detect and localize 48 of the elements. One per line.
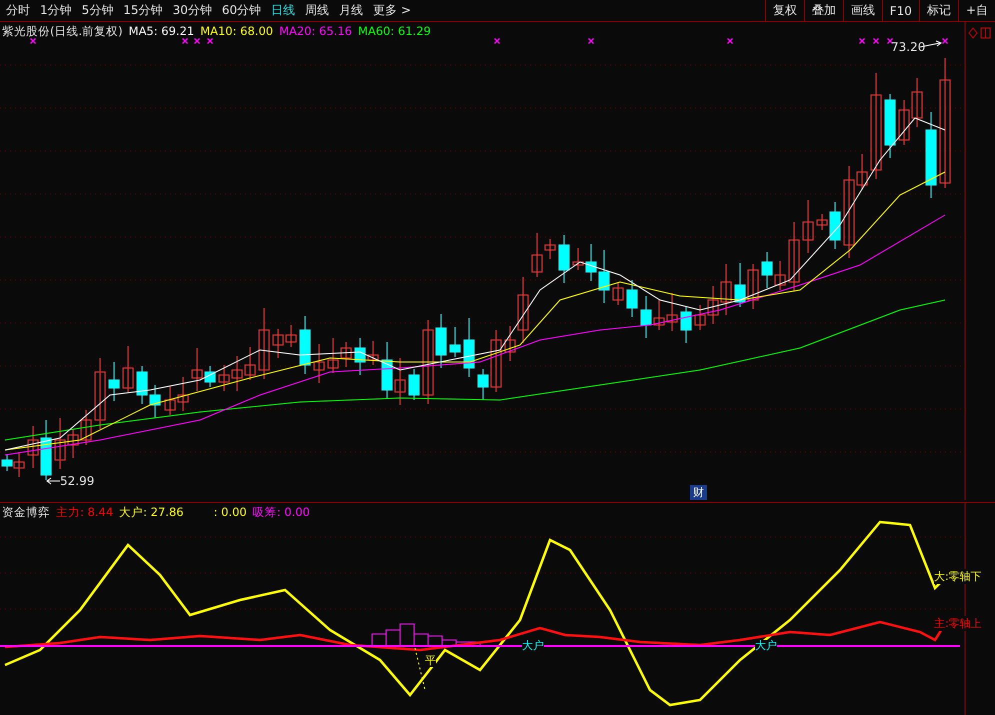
cross-marker-icon bbox=[30, 38, 36, 44]
toolbar-button[interactable]: +自 bbox=[958, 0, 995, 21]
cross-marker-icon bbox=[942, 38, 948, 44]
period-tab[interactable]: 月线 bbox=[335, 0, 368, 21]
low-price-label: 52.99 bbox=[60, 474, 94, 488]
indicator-value: 主力: 8.44 bbox=[56, 505, 114, 520]
indicator-value: : 0.00 bbox=[214, 505, 247, 520]
period-tab[interactable]: 30分钟 bbox=[168, 0, 216, 21]
toolbar-button[interactable]: 叠加 bbox=[804, 0, 843, 21]
period-tab[interactable]: 1分钟 bbox=[36, 0, 76, 21]
indicator-title: 资金博弈 bbox=[2, 505, 50, 520]
cross-marker-icon bbox=[182, 38, 188, 44]
indicator-value: 大户: 27.86 bbox=[119, 505, 184, 520]
period-tab[interactable]: 更多 > bbox=[369, 0, 415, 21]
line-label: 大:零轴下 bbox=[934, 569, 982, 584]
line-label: 主:零轴上 bbox=[934, 616, 982, 631]
high-price-label: 73.20 bbox=[891, 40, 926, 54]
toolbar-button[interactable]: F10 bbox=[882, 0, 919, 21]
period-tab[interactable]: 分时 bbox=[2, 0, 34, 21]
toolbar-button[interactable]: 标记 bbox=[918, 0, 958, 21]
signal-mark: 平 bbox=[425, 655, 436, 667]
period-tab[interactable]: 日线 bbox=[267, 0, 300, 21]
period-tab[interactable]: 60分钟 bbox=[218, 0, 266, 21]
cross-marker-icon bbox=[194, 38, 200, 44]
layout-icons[interactable] bbox=[968, 27, 992, 39]
signal-mark: 大户 bbox=[755, 640, 777, 652]
cross-marker-icon bbox=[588, 38, 594, 44]
event-marker[interactable]: 财 bbox=[690, 485, 707, 500]
indicator-value: 吸筹: 0.00 bbox=[252, 505, 310, 520]
moving-average-value: MA60: 61.29 bbox=[358, 24, 431, 39]
stock-title: 紫光股份(日线.前复权) bbox=[2, 24, 123, 39]
low-price-pointer bbox=[46, 478, 60, 484]
period-tab[interactable]: 15分钟 bbox=[119, 0, 167, 21]
period-tab[interactable]: 周线 bbox=[301, 0, 334, 21]
toolbar-button[interactable]: 复权 bbox=[764, 0, 804, 21]
moving-average-value: MA20: 65.16 bbox=[279, 24, 352, 39]
period-tab[interactable]: 5分钟 bbox=[78, 0, 118, 21]
cross-marker-icon bbox=[206, 38, 214, 44]
moving-average-value: MA5: 69.21 bbox=[128, 24, 194, 39]
cross-marker-icon bbox=[494, 38, 500, 44]
cross-marker-icon bbox=[886, 38, 894, 44]
cross-marker-icon bbox=[858, 38, 866, 44]
moving-average-value: MA10: 68.00 bbox=[200, 24, 274, 39]
cross-marker-icon bbox=[726, 38, 734, 44]
toolbar-button[interactable]: 画线 bbox=[842, 0, 882, 21]
signal-mark: 大户 bbox=[522, 640, 544, 652]
cross-marker-icon bbox=[872, 38, 880, 44]
dashed-line bbox=[414, 648, 426, 690]
